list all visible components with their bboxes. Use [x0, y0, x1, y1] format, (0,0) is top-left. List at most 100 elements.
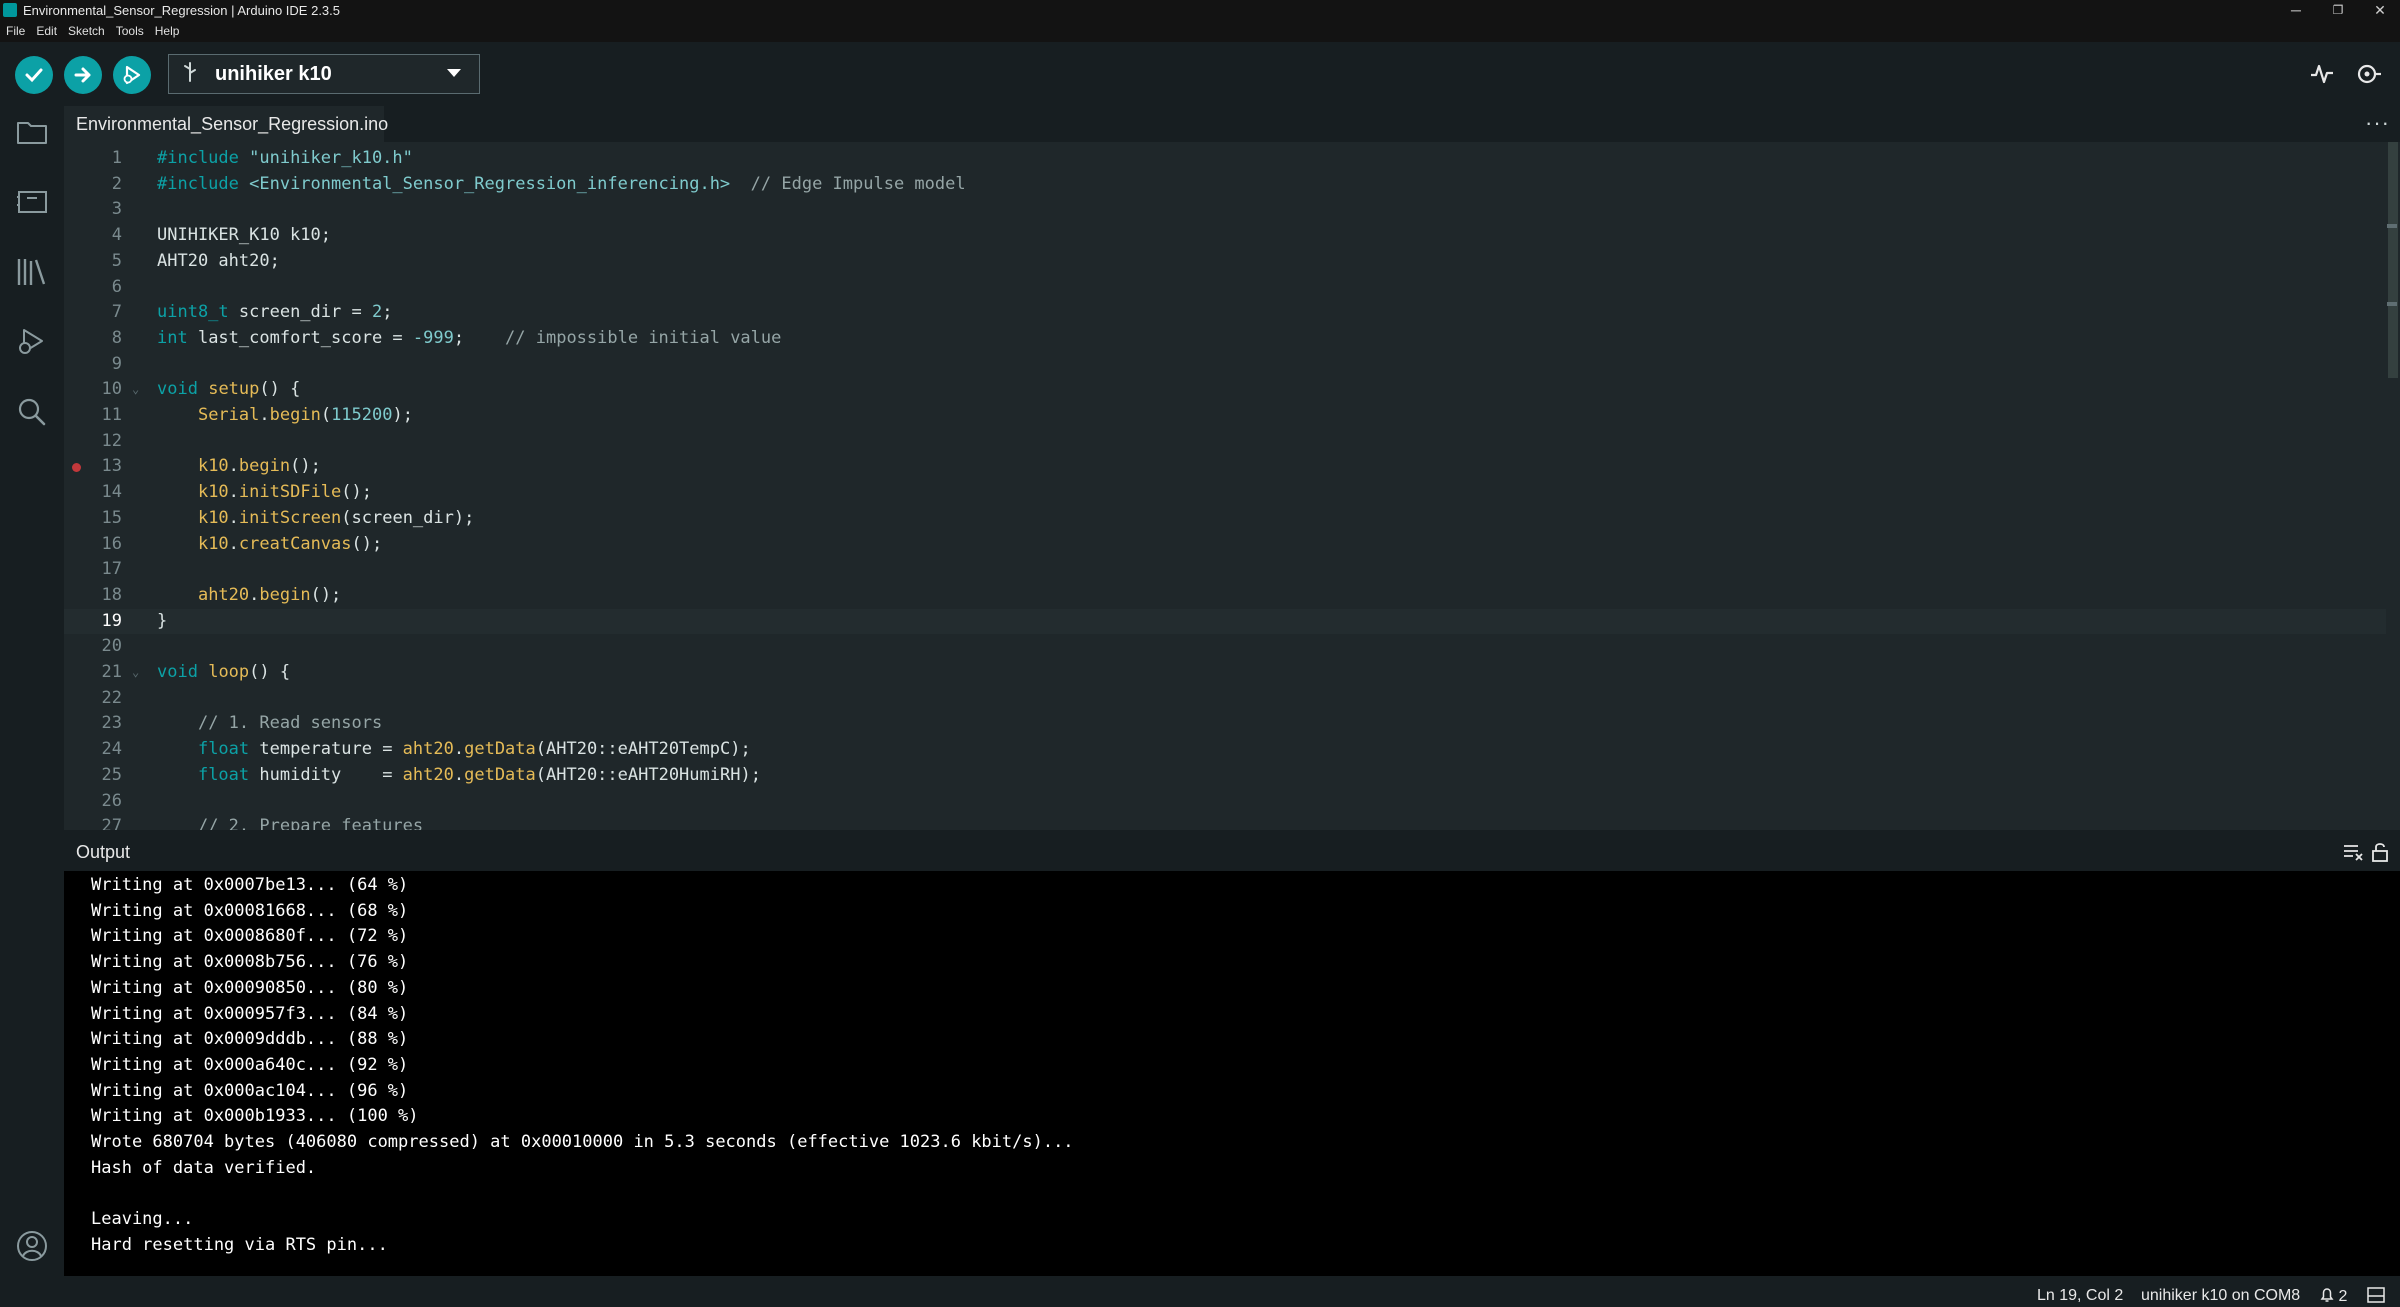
line-number[interactable]: 16: [64, 532, 122, 558]
minimize-button[interactable]: ─: [2276, 0, 2316, 20]
code-line[interactable]: 11 Serial.begin(115200);: [64, 403, 2386, 429]
line-number[interactable]: 20: [64, 634, 122, 660]
line-number[interactable]: 24: [64, 737, 122, 763]
line-number[interactable]: 27: [64, 814, 122, 830]
code-line[interactable]: 21 ⌄ void loop() {: [64, 660, 2386, 686]
menu-edit[interactable]: Edit: [36, 24, 57, 38]
editor-scrollbar[interactable]: [2386, 142, 2400, 830]
restore-button[interactable]: ❐: [2318, 0, 2358, 20]
menu-file[interactable]: File: [6, 24, 25, 38]
code-line[interactable]: 25 float humidity = aht20.getData(AHT20:…: [64, 763, 2386, 789]
fold-chevron-icon[interactable]: ⌄: [132, 377, 139, 403]
account-icon: [17, 1231, 47, 1261]
code-line[interactable]: 6: [64, 275, 2386, 301]
notifications-button[interactable]: 2: [2320, 1287, 2347, 1306]
line-number[interactable]: 26: [64, 789, 122, 815]
line-number[interactable]: 3: [64, 197, 122, 223]
code-token: aht20: [197, 584, 250, 605]
line-number[interactable]: 8: [64, 326, 122, 352]
output-console[interactable]: Writing at 0x0007be13... (64 %) Writing a…: [64, 871, 2400, 1276]
debug-panel-button[interactable]: [12, 322, 52, 362]
code-line[interactable]: 14 k10.initSDFile();: [64, 480, 2386, 506]
clear-output-button[interactable]: [2342, 842, 2364, 867]
code-line[interactable]: 22: [64, 686, 2386, 712]
code-line[interactable]: 26: [64, 789, 2386, 815]
line-number[interactable]: 11: [64, 403, 122, 429]
line-number[interactable]: 7: [64, 300, 122, 326]
line-number[interactable]: 1: [64, 146, 122, 172]
code-line[interactable]: 17: [64, 557, 2386, 583]
line-number[interactable]: 2: [64, 172, 122, 198]
upload-button[interactable]: [64, 56, 102, 94]
code-token: .: [453, 739, 465, 760]
code-text: #include "unihiker_k10.h": [157, 146, 413, 172]
line-number[interactable]: 4: [64, 223, 122, 249]
code-line[interactable]: 10 ⌄ void setup() {: [64, 377, 2386, 403]
sketchbook-button[interactable]: [12, 112, 52, 152]
menu-tools[interactable]: Tools: [116, 24, 144, 38]
code-editor[interactable]: 1 #include "unihiker_k10.h" 2 #include <Env…: [64, 142, 2386, 830]
code-line[interactable]: 20: [64, 634, 2386, 660]
code-line[interactable]: 12: [64, 429, 2386, 455]
debug-button[interactable]: [113, 56, 151, 94]
library-manager-button[interactable]: [12, 252, 52, 292]
account-button[interactable]: [12, 1226, 52, 1266]
line-number[interactable]: 9: [64, 352, 122, 378]
menu-help[interactable]: Help: [155, 24, 180, 38]
line-number[interactable]: 10: [64, 377, 122, 403]
scrollbar-thumb[interactable]: [2388, 142, 2398, 378]
code-line[interactable]: 16 k10.creatCanvas();: [64, 532, 2386, 558]
code-line[interactable]: 19}: [64, 608, 2386, 635]
output-line: Wrote 680704 bytes (406080 compressed) a…: [91, 1132, 1074, 1152]
code-line[interactable]: 23 // 1. Read sensors: [64, 711, 2386, 737]
cursor-position[interactable]: Ln 19, Col 2: [2037, 1287, 2123, 1305]
code-line[interactable]: 24 float temperature = aht20.getData(AHT…: [64, 737, 2386, 763]
code-line[interactable]: 2 #include <Environmental_Sensor_Regressi…: [64, 172, 2386, 198]
line-number[interactable]: 17: [64, 557, 122, 583]
line-number[interactable]: 25: [64, 763, 122, 789]
line-number[interactable]: 5: [64, 249, 122, 275]
line-number[interactable]: 22: [64, 686, 122, 712]
boards-manager-button[interactable]: [12, 182, 52, 222]
line-number[interactable]: 14: [64, 480, 122, 506]
code-token: // 1. Read sensors: [197, 713, 383, 734]
code-line[interactable]: 15 k10.initScreen(screen_dir);: [64, 506, 2386, 532]
toggle-panel-button[interactable]: [2367, 1287, 2385, 1307]
verify-button[interactable]: [15, 56, 53, 94]
board-port-status[interactable]: unihiker k10 on COM8: [2141, 1287, 2300, 1305]
code-token: initSDFile: [238, 482, 342, 503]
more-options-icon[interactable]: ···: [2365, 110, 2390, 136]
code-text: // 2. Prepare features: [157, 814, 423, 830]
line-number[interactable]: 6: [64, 275, 122, 301]
code-line[interactable]: 13 k10.begin();: [64, 454, 2386, 480]
scroll-lock-button[interactable]: [2370, 841, 2390, 868]
line-number[interactable]: 23: [64, 711, 122, 737]
code-line[interactable]: 3: [64, 197, 2386, 223]
line-number[interactable]: 18: [64, 583, 122, 609]
fold-chevron-icon[interactable]: ⌄: [132, 660, 139, 686]
code-line[interactable]: 27 // 2. Prepare features: [64, 814, 2386, 830]
code-line[interactable]: 7 uint8_t screen_dir = 2;: [64, 300, 2386, 326]
code-line[interactable]: 4 UNIHIKER_K10 k10;: [64, 223, 2386, 249]
code-line[interactable]: 1 #include "unihiker_k10.h": [64, 146, 2386, 172]
search-button[interactable]: [12, 392, 52, 432]
close-button[interactable]: ✕: [2360, 0, 2400, 20]
code-line[interactable]: 8 int last_comfort_score = -999; // impos…: [64, 326, 2386, 352]
output-line: Writing at 0x0008b756... (76 %): [91, 952, 409, 973]
board-selector[interactable]: unihiker k10: [168, 54, 480, 94]
line-number[interactable]: 15: [64, 506, 122, 532]
serial-monitor-button[interactable]: [2350, 56, 2386, 92]
line-number[interactable]: 19: [64, 609, 122, 635]
code-line[interactable]: 18 aht20.begin();: [64, 583, 2386, 609]
line-number[interactable]: 12: [64, 429, 122, 455]
line-number[interactable]: 21: [64, 660, 122, 686]
serial-plotter-button[interactable]: [2304, 56, 2340, 92]
menu-sketch[interactable]: Sketch: [68, 24, 105, 38]
code-token: .: [228, 533, 239, 554]
code-token: float: [197, 739, 250, 760]
code-line[interactable]: 9: [64, 352, 2386, 378]
tab-sketch-file[interactable]: Environmental_Sensor_Regression.ino: [64, 106, 388, 142]
code-line[interactable]: 5 AHT20 aht20;: [64, 249, 2386, 275]
